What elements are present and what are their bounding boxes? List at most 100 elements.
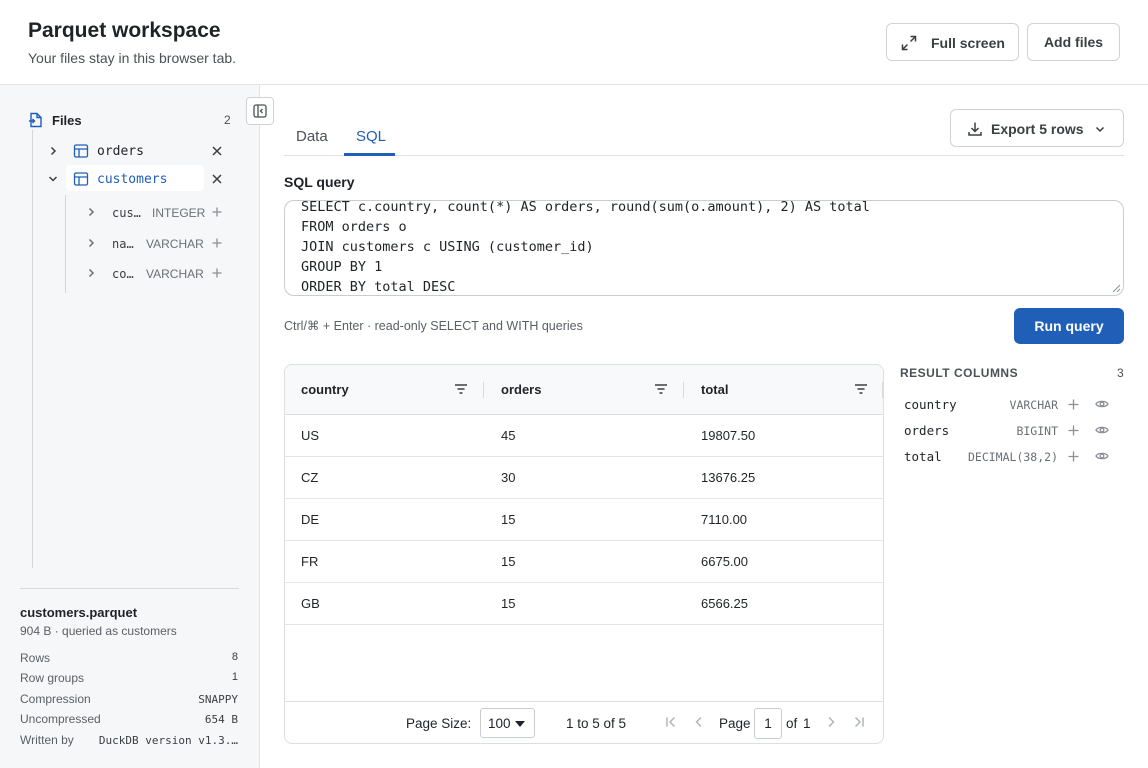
eye-icon[interactable] (1095, 450, 1109, 462)
meta-subline: 904 B · queried as customers (20, 624, 177, 638)
meta-key: Row groups (20, 671, 85, 685)
chevron-right-icon[interactable] (48, 146, 58, 156)
cell-orders: 15 (501, 554, 516, 569)
files-label: Files (52, 113, 82, 128)
caret-down-icon (515, 721, 525, 727)
filter-icon[interactable] (854, 382, 868, 396)
meta-file-name: customers.parquet (20, 605, 138, 620)
results-grid: country orders total US 45 19807.50 CZ 3… (284, 364, 884, 744)
table-row[interactable]: FR 15 6675.00 (285, 541, 883, 583)
meta-value: SNAPPY (198, 693, 238, 706)
previous-page-icon[interactable] (693, 716, 705, 728)
plus-icon[interactable] (212, 238, 222, 248)
expand-icon (901, 35, 917, 51)
column-name: na… (112, 237, 134, 251)
tab-data[interactable]: Data (296, 128, 328, 145)
column-row[interactable]: co… VARCHAR (80, 260, 230, 286)
tabs-divider (284, 155, 1124, 156)
resize-handle-icon[interactable] (1112, 284, 1121, 293)
result-columns-title: RESULT COLUMNS (900, 366, 1019, 380)
plus-icon[interactable] (1068, 399, 1079, 410)
column-header-country[interactable]: country (301, 382, 349, 397)
plus-icon[interactable] (212, 268, 222, 278)
result-column-name: total (904, 449, 942, 464)
page-subtitle: Your files stay in this browser tab. (28, 50, 237, 66)
tree-item-orders[interactable]: orders (44, 138, 230, 164)
column-header-orders[interactable]: orders (501, 382, 541, 397)
chevron-right-icon[interactable] (86, 238, 96, 248)
column-row[interactable]: na… VARCHAR (80, 230, 230, 256)
sql-line: GROUP BY 1 (301, 259, 383, 275)
grid-header: country orders total (285, 365, 883, 415)
table-row[interactable]: GB 15 6566.25 (285, 583, 883, 625)
close-icon[interactable] (212, 174, 222, 184)
run-query-button[interactable]: Run query (1014, 308, 1124, 344)
meta-key: Rows (20, 651, 51, 665)
filter-icon[interactable] (454, 382, 468, 396)
sql-line: JOIN customers c USING (customer_id) (301, 239, 594, 255)
table-row[interactable]: DE 15 7110.00 (285, 499, 883, 541)
page-title: Parquet workspace (28, 19, 221, 42)
table-row[interactable]: CZ 30 13676.25 (285, 457, 883, 499)
chevron-down-icon (1095, 126, 1105, 133)
chevron-down-icon[interactable] (48, 174, 58, 184)
page-size-select[interactable]: 100 (480, 708, 535, 738)
tab-sql[interactable]: SQL (356, 128, 386, 145)
column-name: co… (112, 267, 134, 281)
column-separator[interactable] (683, 382, 684, 398)
sidebar-divider (20, 588, 239, 589)
column-name: cus… (112, 206, 141, 220)
of-label: of (786, 716, 798, 731)
page-size-value: 100 (488, 716, 511, 731)
page-size-label: Page Size: (406, 716, 472, 731)
total-pages: 1 (803, 716, 811, 731)
last-page-icon[interactable] (853, 716, 865, 728)
column-type: VARCHAR (146, 267, 204, 281)
cell-total: 6566.25 (701, 596, 748, 611)
cell-total: 13676.25 (701, 470, 756, 485)
tree-item-customers[interactable]: customers (44, 166, 230, 192)
meta-key: Compression (20, 692, 91, 706)
cell-country: CZ (301, 470, 319, 485)
column-type: INTEGER (152, 206, 206, 220)
cell-orders: 15 (501, 596, 516, 611)
tree-guide (65, 195, 66, 293)
export-button[interactable]: Export 5 rows (950, 109, 1124, 147)
cell-total: 6675.00 (701, 554, 748, 569)
meta-key: Written by (20, 733, 74, 747)
first-page-icon[interactable] (665, 716, 677, 728)
meta-key: Uncompressed (20, 712, 101, 726)
filter-icon[interactable] (654, 382, 668, 396)
eye-icon[interactable] (1095, 398, 1109, 410)
chevron-right-icon[interactable] (86, 207, 96, 217)
plus-icon[interactable] (1068, 451, 1079, 462)
add-files-button[interactable]: Add files (1027, 23, 1120, 61)
collapse-sidebar-button[interactable] (246, 97, 274, 125)
cell-orders: 15 (501, 512, 516, 527)
chevron-right-icon[interactable] (86, 268, 96, 278)
files-count: 2 (224, 113, 231, 127)
result-column-name: orders (904, 423, 950, 438)
column-row[interactable]: cus… INTEGER (80, 199, 230, 225)
next-page-icon[interactable] (825, 716, 837, 728)
sql-editor[interactable]: SELECT c.country, count(*) AS orders, ro… (284, 200, 1124, 296)
meta-value: 8 (231, 651, 238, 663)
sql-line: ORDER BY total DESC (301, 279, 456, 295)
result-column-type: DECIMAL(38,2) (967, 450, 1058, 464)
eye-icon[interactable] (1095, 424, 1109, 436)
plus-icon[interactable] (212, 207, 222, 217)
row-range: 1 to 5 of 5 (566, 716, 627, 731)
column-separator[interactable] (483, 382, 484, 398)
column-header-total[interactable]: total (701, 382, 728, 397)
result-columns-count: 3 (1117, 366, 1124, 380)
page-number-input[interactable]: 1 (754, 708, 782, 739)
fullscreen-button[interactable]: Full screen (886, 23, 1019, 61)
close-icon[interactable] (212, 146, 222, 156)
column-separator[interactable] (882, 382, 883, 398)
plus-icon[interactable] (1068, 425, 1079, 436)
result-column-name: country (904, 397, 957, 412)
table-row[interactable]: US 45 19807.50 (285, 415, 883, 457)
cell-country: FR (301, 554, 319, 569)
page-label: Page (719, 716, 751, 731)
files-header: Files (28, 112, 82, 128)
